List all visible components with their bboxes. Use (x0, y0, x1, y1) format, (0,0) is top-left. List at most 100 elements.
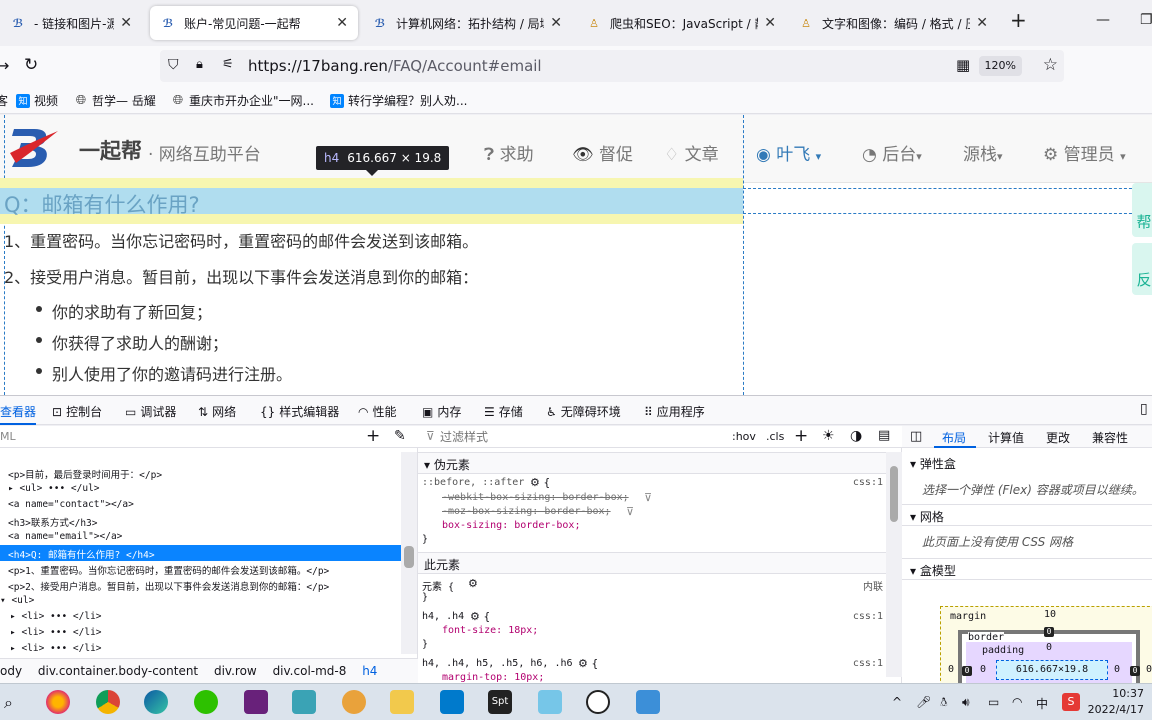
browser-tab-4[interactable]: ♙ 文字和图像：编码 / 格式 / 压 ✕ (788, 6, 998, 40)
devtools-tab-storage[interactable]: ☰ 存储 (484, 403, 523, 420)
screen-capture-icon[interactable] (636, 690, 660, 714)
devtools-tab-debugger[interactable]: ▭ 调试器 (125, 403, 176, 420)
rule-property[interactable]: margin-top: 10px; (442, 672, 544, 683)
chrome-icon[interactable] (96, 690, 120, 714)
firefox-icon[interactable] (46, 690, 70, 714)
devtools-tab-application[interactable]: ⠿ 应用程序 (644, 403, 705, 420)
markup-line[interactable]: ▸ <li> ••• </li> (10, 643, 102, 654)
rule-source-link[interactable]: css:1 (853, 477, 883, 488)
sidebar-tab-compat[interactable]: 兼容性 (1092, 429, 1128, 446)
lock-icon[interactable]: 🔒︎ (196, 57, 203, 72)
markup-line-selected[interactable]: <h4>Q: 邮箱有什么作用? </h4> (8, 547, 155, 561)
window-minimize-icon[interactable]: — (1096, 12, 1110, 28)
nav-source-menu[interactable]: 源栈▾ (963, 140, 1003, 165)
add-rule-plus-icon[interactable]: + (794, 426, 808, 446)
boxmodel-border-left-value[interactable]: 0 (962, 666, 972, 676)
boxmodel-margin-top-value[interactable]: 10 (1044, 609, 1056, 620)
tracking-shield-icon[interactable]: ⛉ (168, 57, 179, 73)
qq-icon[interactable]: 🐧︎ (940, 695, 947, 711)
bookmark-item-2[interactable]: 🌐︎ 重庆市开办企业"一网... (171, 92, 314, 109)
light-scheme-sun-icon[interactable]: ☀ (822, 428, 835, 444)
forward-arrow-icon[interactable]: → (0, 56, 9, 75)
vscode-icon[interactable] (440, 690, 464, 714)
rule-property-overridden[interactable]: -webkit-box-sizing: border-box; (442, 492, 629, 503)
microphone-icon[interactable]: 🎤︎ (916, 695, 931, 709)
browser-tab-3[interactable]: ♙ 爬虫和SEO：JavaScript / 静 ✕ (576, 6, 786, 40)
markup-line[interactable]: ▾ <ul> (0, 595, 34, 606)
boxmodel-border-top-value[interactable]: 0 (1044, 627, 1054, 637)
markup-line[interactable]: ▸ <ul> ••• </ul> (8, 483, 100, 494)
tab-close-icon[interactable]: ✕ (336, 15, 348, 31)
sidebar-tab-layout[interactable]: 布局 (942, 429, 966, 446)
rule-property[interactable]: box-sizing: border-box; (442, 520, 580, 531)
reload-icon[interactable]: ↻ (24, 55, 38, 75)
devtools-tab-memory[interactable]: ▣ 内存 (422, 403, 461, 420)
filter-icon[interactable]: ⊽ (626, 505, 634, 518)
wechat-icon[interactable] (194, 690, 218, 714)
boxmodel-padding-left-value[interactable]: 0 (980, 664, 986, 675)
browser-tab-0[interactable]: ℬ - 链接和图片-源栈课堂 ✕ (0, 6, 142, 40)
panda-app-icon[interactable] (586, 690, 610, 714)
nav-article-link[interactable]: ♢ 文章 (664, 140, 719, 165)
cls-toggle[interactable]: .cls (766, 430, 784, 443)
bookmark-item-3[interactable]: 知转行学编程？别人劝... (330, 92, 467, 109)
rule-source-link[interactable]: css:1 (853, 611, 883, 622)
wifi-icon[interactable]: ◠ (1012, 695, 1022, 709)
address-bar[interactable]: ⛉ 🔒︎ ⚟ https://17bang.ren/FAQ/Account#em… (160, 50, 1064, 82)
breadcrumb-item[interactable]: div.col-md-8 (273, 664, 347, 678)
devtools-dock-icon[interactable]: ▯ (1140, 401, 1148, 417)
print-media-icon[interactable]: ▤ (878, 428, 890, 443)
nav-admin-menu[interactable]: ⚙ 管理员 ▾ (1043, 140, 1126, 165)
system-clock[interactable]: 10:37 2022/4/17 (1088, 686, 1144, 718)
markup-search-input[interactable]: ML (0, 430, 16, 443)
url-text[interactable]: https://17bang.ren/FAQ/Account#email (248, 57, 542, 75)
rule-source-link[interactable]: css:1 (853, 658, 883, 669)
side-feedback-button[interactable]: 反 (1132, 243, 1152, 295)
edge-icon[interactable] (144, 690, 168, 714)
markup-scrollbar-thumb[interactable] (404, 546, 414, 568)
calculator-app-icon[interactable] (538, 690, 562, 714)
boxmodel-margin-right-value[interactable]: 0 (1146, 664, 1152, 675)
boxmodel-section-header[interactable]: ▾ 盒模型 (902, 558, 1152, 580)
markup-line[interactable]: ▸ <li> ••• </li> (10, 627, 102, 638)
rule-selector[interactable]: h4, .h4 (422, 611, 464, 622)
markup-line[interactable]: <a name="contact"></a> (8, 499, 134, 510)
site-logo-icon[interactable] (8, 123, 60, 169)
rules-scrollbar-thumb[interactable] (890, 466, 898, 522)
breadcrumb-item[interactable]: div.container.body-content (38, 664, 198, 678)
gear-icon[interactable]: ⚙ (468, 577, 478, 590)
markup-line[interactable]: ▸ <li> ••• </li> (10, 611, 102, 622)
nav-backend-menu[interactable]: ◔ 后台▾ (862, 140, 922, 165)
tab-close-icon[interactable]: ✕ (120, 15, 132, 31)
markup-line[interactable]: <p>目前，最后登录时间用于：</p> (8, 467, 162, 481)
breadcrumb-item[interactable]: div.row (214, 664, 257, 678)
rule-selector[interactable]: 元素 { (422, 578, 454, 593)
nav-supervise-link[interactable]: 👁︎ 督促 (572, 140, 633, 165)
markup-line[interactable]: <p>1、重置密码。当你忘记密码时，重置密码的邮件会发送到该邮箱。</p> (8, 563, 329, 577)
markup-line[interactable]: <h4 class="text-primary">Q: “最后登录时间”有什么用… (8, 451, 324, 465)
breadcrumb-item-current[interactable]: h4 (362, 664, 377, 678)
gear-icon[interactable]: ⚙ { (470, 610, 490, 623)
breadcrumb-item[interactable]: ody (0, 664, 22, 678)
bookmark-fragment[interactable]: 客 (0, 92, 8, 109)
sidebar-tab-computed[interactable]: 计算值 (988, 429, 1024, 446)
sogou-ime-icon[interactable]: S (1062, 693, 1080, 711)
ime-zh-icon[interactable]: 中 (1036, 695, 1048, 712)
bookmark-star-icon[interactable]: ☆ (1043, 55, 1058, 75)
zoom-level-badge[interactable]: 120% (978, 56, 1022, 76)
boxmodel-border-right-value[interactable]: 0 (1130, 666, 1140, 676)
devtools-tab-accessibility[interactable]: ♿︎ 无障碍环境 (546, 403, 621, 420)
boxmodel-margin-left-value[interactable]: 0 (948, 664, 954, 675)
permissions-icon[interactable]: ⚟ (222, 57, 234, 72)
nav-help-link[interactable]: ❓︎ 求助 (484, 140, 534, 165)
rule-selector[interactable]: h4, .h4, h5, .h5, h6, .h6 (422, 658, 573, 669)
rule-property-overridden[interactable]: -moz-box-sizing: border-box; (442, 506, 611, 517)
hov-toggle[interactable]: :hov (732, 430, 756, 443)
search-icon[interactable]: ⌕ (4, 693, 13, 713)
visual-studio-icon[interactable] (244, 690, 268, 714)
boxmodel-content-size[interactable]: 616.667×19.8 (996, 660, 1108, 680)
nav-user-menu[interactable]: ◉ 叶飞 ▾ (756, 140, 821, 165)
devtools-tab-inspector[interactable]: 查看器 (0, 403, 36, 420)
window-restore-icon[interactable]: ❐ (1140, 12, 1152, 28)
pseudo-elements-section-header[interactable]: ▾ 伪元素 (418, 452, 886, 474)
